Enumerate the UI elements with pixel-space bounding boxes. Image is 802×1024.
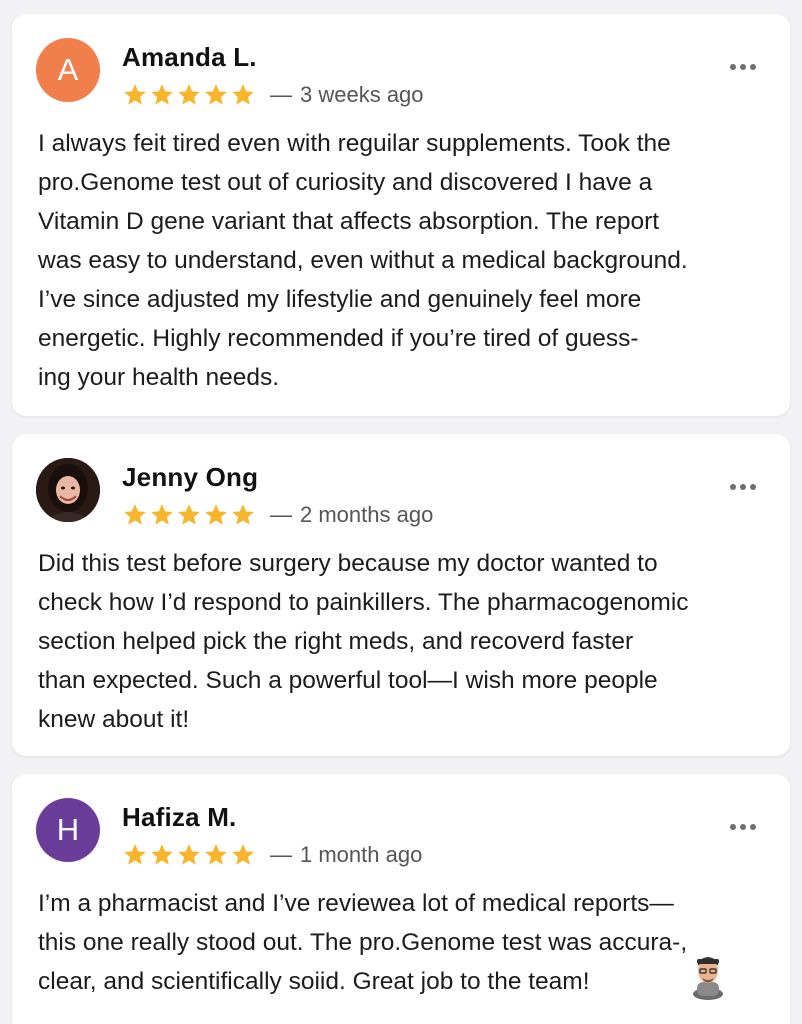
- star-icon: [151, 844, 173, 865]
- avatar: H: [36, 798, 100, 862]
- more-options-icon[interactable]: [730, 824, 756, 830]
- review-line: pro.Genome test out of curiosity and dis…: [38, 169, 653, 196]
- avatar-letter: H: [56, 812, 80, 847]
- review-time: 3 weeks ago: [300, 82, 424, 107]
- star-icon: [178, 504, 200, 525]
- review-card: A Amanda L. — 3 weeks ago I always feit …: [12, 14, 790, 416]
- rating-row: — 3 weeks ago: [122, 80, 424, 110]
- profile-photo-icon: [36, 458, 100, 522]
- person-sticker-icon: [693, 957, 723, 1000]
- review-line: check how I’d respond to painkillers. Th…: [38, 589, 689, 616]
- separator-dash: —: [270, 502, 292, 527]
- more-options-icon[interactable]: [730, 64, 756, 70]
- star-rating: [122, 842, 256, 868]
- review-line: this one really stood out. The pro.Genom…: [38, 929, 688, 956]
- star-icon: [232, 84, 254, 105]
- avatar: [36, 458, 100, 522]
- separator-dash: —: [270, 82, 292, 107]
- review-line: ing your health needs.: [38, 364, 280, 391]
- review-line: than expected. Such a powerful tool—I wi…: [38, 667, 658, 694]
- star-icon: [232, 844, 254, 865]
- star-icon: [205, 84, 227, 105]
- star-rating: [122, 82, 256, 108]
- star-icon: [151, 84, 173, 105]
- rating-row: — 1 month ago: [122, 840, 422, 870]
- star-icon: [205, 844, 227, 865]
- review-time: 1 month ago: [300, 842, 423, 867]
- review-line: I always feit tired even with reguilar s…: [38, 130, 671, 157]
- review-card: H Hafiza M. — 1 month ago I’m a pharmaci…: [12, 774, 790, 1024]
- star-icon: [124, 504, 146, 525]
- rating-row: — 2 months ago: [122, 500, 433, 530]
- review-line: I’ve since adjusted my lifestylie and ge…: [38, 286, 642, 313]
- reviewer-name: Amanda L.: [122, 42, 257, 72]
- review-line: section helped pick the right meds, and …: [38, 628, 634, 655]
- review-time: 2 months ago: [300, 502, 434, 527]
- avatar-letter: A: [57, 52, 79, 87]
- avatar: A: [36, 38, 100, 102]
- review-line: energetic. Highly recommended if you’re …: [38, 325, 639, 352]
- review-line: knew about it!: [38, 706, 190, 733]
- star-icon: [232, 504, 254, 525]
- star-icon: [124, 844, 146, 865]
- review-line: clear, and scientifically soiid. Great j…: [38, 968, 590, 995]
- star-icon: [205, 504, 227, 525]
- reviewer-name: Hafiza M.: [122, 802, 237, 832]
- star-icon: [124, 84, 146, 105]
- separator-dash: —: [270, 842, 292, 867]
- review-line: Did this test before surgery because my …: [38, 550, 658, 577]
- review-line: I’m a pharmacist and I’ve reviewea lot o…: [38, 890, 674, 917]
- star-rating: [122, 502, 256, 528]
- more-options-icon[interactable]: [730, 484, 756, 490]
- review-line: was easy to understand, even withut a me…: [38, 247, 688, 274]
- review-text: I always feit tired even with reguilar s…: [38, 124, 778, 397]
- star-icon: [178, 844, 200, 865]
- reviewer-name: Jenny Ong: [122, 462, 259, 492]
- star-icon: [178, 84, 200, 105]
- review-text: I’m a pharmacist and I’ve reviewea lot o…: [38, 884, 778, 1001]
- review-card: Jenny Ong — 2 months ago Did this test b…: [12, 434, 790, 756]
- review-text: Did this test before surgery because my …: [38, 544, 778, 739]
- review-line: Vitamin D gene variant that affects abso…: [38, 208, 660, 235]
- star-icon: [151, 504, 173, 525]
